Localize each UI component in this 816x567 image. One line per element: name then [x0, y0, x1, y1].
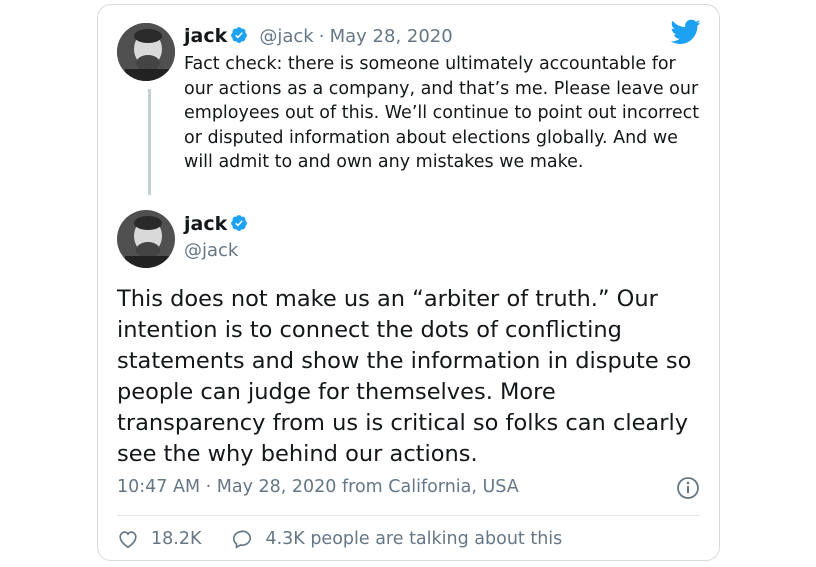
- author-name-row: jack: [184, 213, 248, 235]
- avatar[interactable]: [117, 210, 175, 268]
- thread-line: [148, 89, 151, 195]
- info-icon[interactable]: [676, 476, 700, 500]
- author-name[interactable]: jack: [184, 25, 227, 47]
- tweet-date[interactable]: May 28, 2020: [330, 26, 453, 47]
- conversation-button[interactable]: 4.3K people are talking about this: [231, 528, 562, 550]
- tweet-timestamp[interactable]: 10:47 AM · May 28, 2020 from California,…: [117, 477, 519, 497]
- author-name[interactable]: jack: [184, 213, 227, 235]
- separator: ·: [318, 26, 325, 47]
- speech-bubble-icon: [233, 530, 252, 549]
- author-handle[interactable]: @jack: [259, 26, 313, 47]
- talking-count: 4.3K people are talking about this: [265, 529, 563, 549]
- quoted-header: jack @jack · May 28, 2020: [184, 25, 453, 47]
- tweet-text: This does not make us an “arbiter of tru…: [117, 286, 692, 467]
- like-count: 18.2K: [151, 529, 202, 549]
- heart-icon: [119, 531, 137, 549]
- action-bar: 18.2K 4.3K people are talking about this: [117, 528, 562, 550]
- like-button[interactable]: 18.2K: [117, 528, 201, 550]
- verified-badge-icon: [231, 27, 248, 43]
- quoted-tweet-text: Fact check: there is someone ultimately …: [184, 54, 700, 172]
- divider: [117, 515, 700, 516]
- twitter-bird-icon[interactable]: [671, 19, 701, 45]
- avatar[interactable]: [117, 23, 175, 81]
- tweet-card: jack @jack · May 28, 2020 Fact check: th…: [97, 4, 720, 561]
- author-handle[interactable]: @jack: [184, 240, 238, 261]
- verified-badge-icon: [231, 215, 248, 231]
